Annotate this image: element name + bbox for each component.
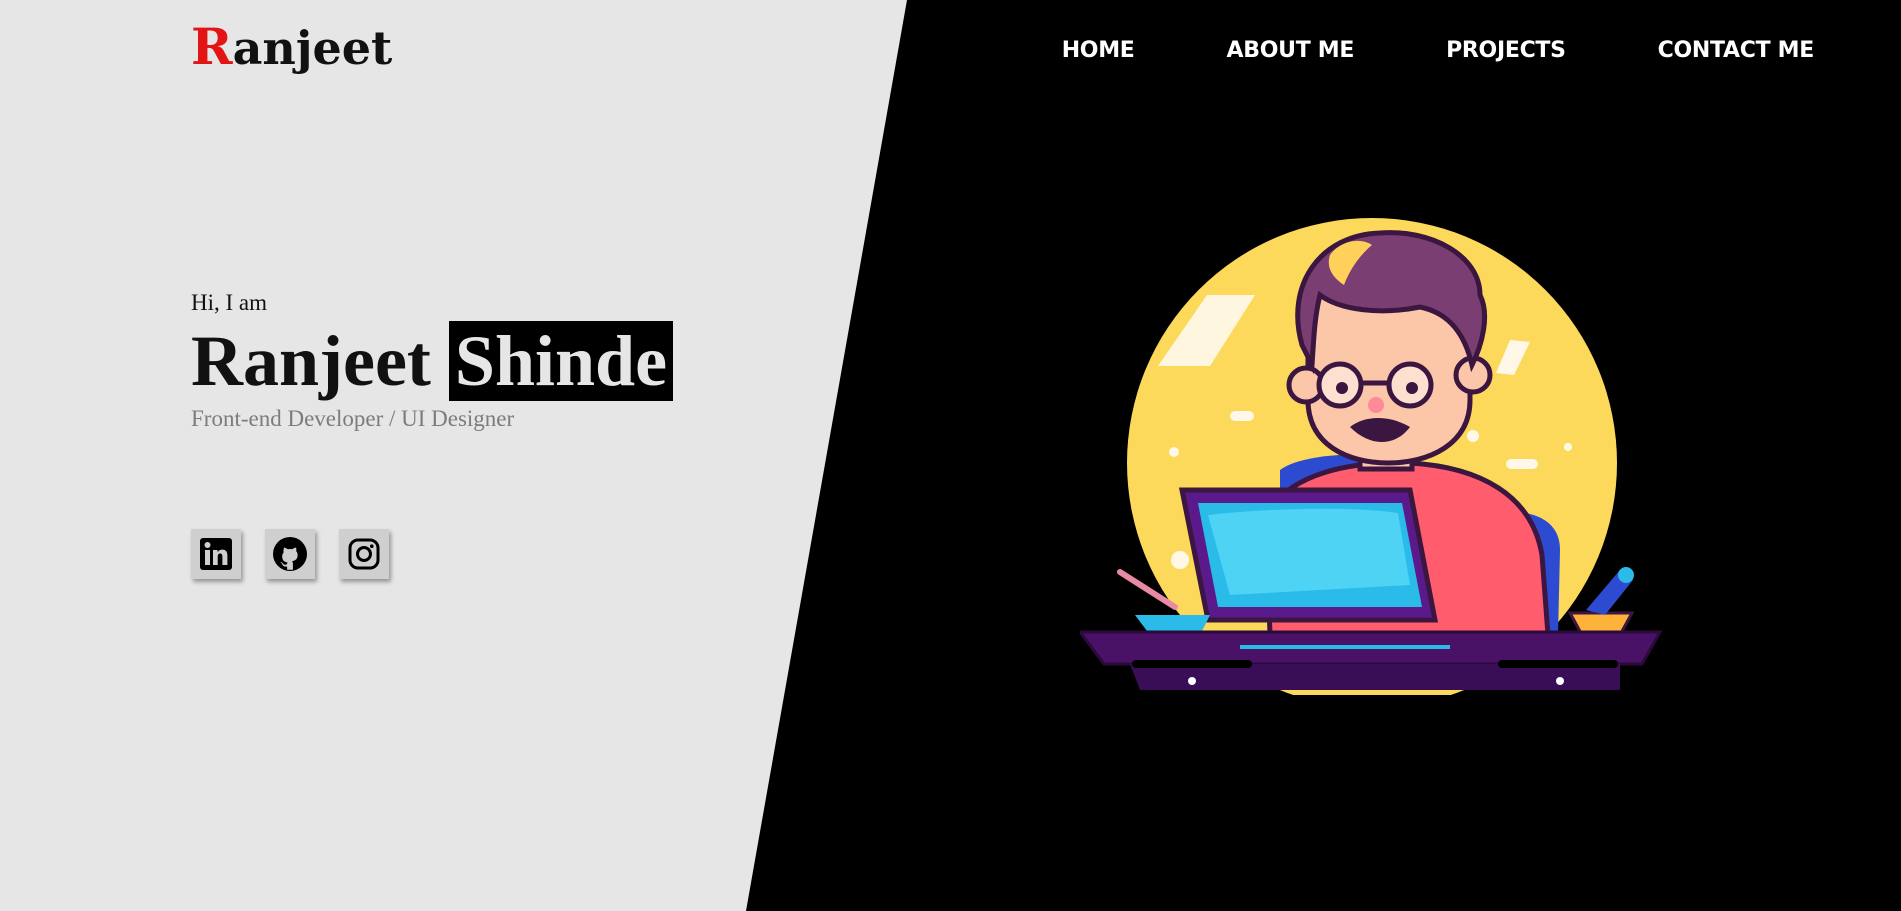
hero-section: Hi, I am Ranjeet Shinde Front-end Develo… bbox=[191, 290, 674, 432]
nav-home[interactable]: HOME bbox=[1062, 38, 1135, 63]
github-button[interactable] bbox=[265, 529, 315, 579]
linkedin-button[interactable] bbox=[191, 529, 241, 579]
developer-illustration bbox=[1080, 218, 1663, 695]
hero-first-name: Ranjeet bbox=[191, 321, 431, 401]
github-icon bbox=[273, 537, 307, 571]
instagram-button[interactable] bbox=[339, 529, 389, 579]
logo-initial: R bbox=[191, 17, 233, 76]
nav-contact-me[interactable]: CONTACT ME bbox=[1658, 38, 1815, 63]
hero-greeting: Hi, I am bbox=[191, 290, 268, 315]
logo-text: anjeet bbox=[232, 21, 393, 75]
page: Ranjeet HOME ABOUT ME PROJECTS CONTACT M… bbox=[0, 0, 1901, 911]
nav-about-me[interactable]: ABOUT ME bbox=[1227, 38, 1355, 63]
nav-projects[interactable]: PROJECTS bbox=[1446, 38, 1566, 63]
linkedin-icon bbox=[200, 538, 232, 570]
main-nav: HOME ABOUT ME PROJECTS CONTACT ME bbox=[970, 38, 1815, 63]
site-logo[interactable]: Ranjeet bbox=[191, 22, 392, 72]
instagram-icon bbox=[348, 538, 380, 570]
hero-name: Ranjeet Shinde bbox=[191, 321, 674, 401]
hero-role: Front-end Developer / UI Designer bbox=[191, 406, 515, 431]
social-links bbox=[191, 529, 389, 579]
hero-last-name: Shinde bbox=[448, 321, 674, 401]
